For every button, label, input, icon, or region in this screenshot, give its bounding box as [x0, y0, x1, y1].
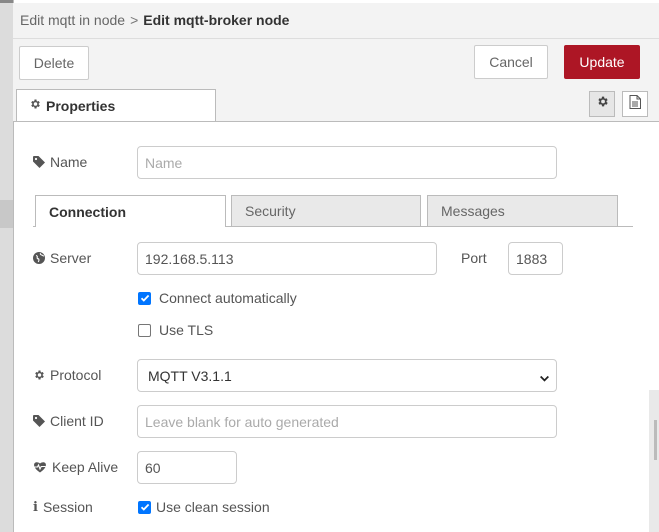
node-description-button[interactable] [622, 91, 648, 117]
connect-automatically-option[interactable]: Connect automatically [138, 290, 297, 306]
gear-icon [29, 98, 41, 113]
tag-icon [33, 415, 45, 427]
tab-security[interactable]: Security [231, 195, 421, 226]
protocol-label-group: Protocol [33, 367, 101, 383]
gear-icon [596, 95, 609, 113]
keep-alive-label-group: Keep Alive [33, 459, 118, 475]
client-id-input[interactable] [137, 405, 557, 438]
client-id-label: Client ID [50, 413, 104, 429]
update-button[interactable]: Update [564, 45, 640, 79]
keep-alive-label: Keep Alive [52, 459, 119, 475]
server-input[interactable] [137, 242, 437, 275]
background-workspace-strip [0, 0, 13, 532]
use-tls-option[interactable]: Use TLS [138, 322, 213, 338]
use-tls-checkbox[interactable] [138, 323, 151, 337]
port-input[interactable] [508, 242, 563, 275]
server-label: Server [50, 250, 92, 266]
tray-header: Edit mqtt in node > Edit mqtt-broker node [13, 3, 659, 39]
keep-alive-input[interactable] [137, 451, 237, 484]
name-input[interactable] [137, 146, 557, 179]
tray-tab-bar: Properties [13, 87, 659, 122]
breadcrumb-separator: > [130, 12, 139, 28]
node-settings-button[interactable] [589, 91, 615, 117]
tab-properties[interactable]: Properties [16, 89, 216, 121]
workspace-edge [649, 390, 659, 532]
cancel-button[interactable]: Cancel [474, 45, 548, 79]
protocol-selected-value: MQTT V3.1.1 [148, 367, 232, 384]
clean-session-checkbox[interactable] [138, 500, 151, 514]
delete-button[interactable]: Delete [19, 46, 89, 80]
breadcrumb: Edit mqtt in node > Edit mqtt-broker node [20, 12, 289, 28]
tag-icon [33, 156, 45, 168]
port-label: Port [461, 250, 487, 266]
client-id-label-group: Client ID [33, 413, 104, 429]
name-label: Name [50, 154, 88, 170]
tray-toolbar: Delete Cancel Update [13, 39, 659, 87]
breadcrumb-parent-link[interactable]: Edit mqtt in node [20, 12, 125, 28]
tab-messages[interactable]: Messages [427, 195, 618, 226]
workspace-node-stub [0, 200, 13, 228]
broker-config-tabs: Connection Security Messages [13, 193, 659, 227]
name-label-group: Name [33, 154, 87, 170]
connect-automatically-checkbox[interactable] [138, 291, 151, 305]
server-label-group: Server [33, 250, 91, 266]
protocol-label: Protocol [50, 367, 102, 383]
tab-connection[interactable]: Connection [35, 195, 226, 227]
tab-properties-label: Properties [46, 97, 116, 114]
gear-icon [33, 369, 45, 381]
session-label: Session [42, 499, 93, 515]
document-icon [629, 94, 641, 114]
clean-session-label: Use clean session [156, 499, 270, 515]
use-tls-label: Use TLS [159, 322, 214, 338]
breadcrumb-current: Edit mqtt-broker node [143, 12, 290, 28]
chevron-down-icon [539, 371, 550, 387]
globe-icon [33, 252, 45, 264]
info-icon: i [33, 499, 38, 515]
session-label-group: i Session [33, 499, 93, 515]
connect-automatically-label: Connect automatically [159, 290, 297, 306]
protocol-select[interactable]: MQTT V3.1.1 [137, 359, 557, 392]
scrollbar-thumb[interactable] [654, 420, 657, 460]
clean-session-option[interactable]: Use clean session [138, 499, 270, 515]
heartbeat-icon [33, 461, 47, 473]
